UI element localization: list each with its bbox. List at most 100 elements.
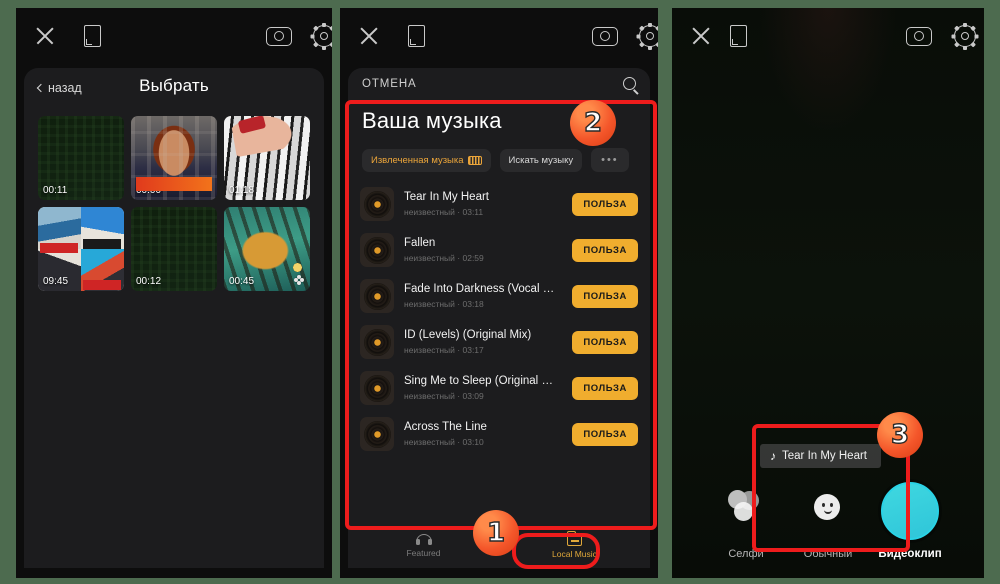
screenshot-stage: назад Выбрать 00:11 00:00 01:18 09:45 00… (0, 0, 1000, 584)
use-button[interactable]: ПОЛЬЗА (572, 376, 638, 400)
media-thumbnail[interactable]: 00:45 (224, 207, 310, 292)
use-button[interactable]: ПОЛЬЗА (572, 284, 638, 308)
close-icon[interactable] (690, 25, 712, 47)
camera-flip-icon[interactable] (266, 26, 292, 46)
track-list: Tear In My Heart неизвестный · 03:11 ПОЛ… (348, 181, 650, 457)
track-artist: неизвестный (404, 253, 455, 263)
page-title: Выбрать (139, 76, 209, 95)
media-thumbnail[interactable]: 00:11 (38, 116, 124, 201)
album-art-icon (360, 325, 394, 359)
mode-selfie[interactable]: Селфи (705, 490, 787, 560)
search-icon[interactable] (623, 77, 636, 90)
tab-label: Featured (406, 548, 441, 558)
track-row[interactable]: Fallen неизвестный · 02:59 ПОЛЬЗА (348, 227, 650, 273)
album-art-icon (360, 187, 394, 221)
settings-gear-icon[interactable] (951, 22, 979, 50)
track-row[interactable]: Sing Me to Sleep (Original Mix) неизвест… (348, 365, 650, 411)
track-artist: неизвестный (404, 207, 455, 217)
panel2-toolbar (340, 8, 658, 64)
folder-icon (566, 530, 582, 546)
duration-label: 00:12 (136, 276, 162, 288)
use-button[interactable]: ПОЛЬЗА (572, 192, 638, 216)
mode-label: Селфи (728, 548, 764, 560)
tab-local-music[interactable]: Local Music (499, 524, 650, 568)
panel-camera: ♪ Tear In My Heart Селфи Обычный Видеокл… (672, 8, 984, 578)
shutter-button[interactable] (881, 482, 939, 540)
media-thumbnail[interactable]: 01:18 (224, 116, 310, 201)
chip-label: Искать музыку (508, 154, 574, 166)
track-title: Fade Into Darkness (Vocal Radio Edit) (404, 283, 562, 295)
use-button[interactable]: ПОЛЬЗА (572, 330, 638, 354)
now-playing-title: Tear In My Heart (782, 450, 867, 462)
close-icon[interactable] (34, 25, 56, 47)
settings-gear-icon[interactable] (636, 22, 658, 50)
track-title: Sing Me to Sleep (Original Mix) (404, 375, 563, 387)
track-title: Across The Line (404, 421, 487, 433)
settings-gear-icon[interactable] (310, 22, 332, 50)
album-art-icon (360, 371, 394, 405)
close-icon[interactable] (358, 25, 380, 47)
tab-label: Local Music (552, 548, 597, 559)
music-picker-sheet: ОТМЕНА Ваша музыка Извлеченная музыка Ис… (348, 68, 650, 568)
chip-extracted-music[interactable]: Извлеченная музыка (362, 148, 491, 172)
track-row[interactable]: Across The Line неизвестный · 03:10 ПОЛЬ… (348, 411, 650, 457)
cancel-button[interactable]: ОТМЕНА (362, 78, 417, 90)
hd-badge-icon (467, 155, 482, 165)
track-row[interactable]: ID (Levels) (Original Mix) неизвестный ·… (348, 319, 650, 365)
duration-label: 01:18 (229, 185, 255, 197)
track-artist: неизвестный (404, 345, 455, 355)
track-duration: 03:09 (462, 391, 484, 401)
media-grid: 00:11 00:00 01:18 09:45 00:12 00:45 (38, 116, 310, 292)
track-artist: неизвестный (404, 437, 455, 447)
panel1-toolbar (16, 8, 332, 64)
duration-label: 00:45 (229, 276, 255, 288)
filter-blobs-icon[interactable] (728, 490, 764, 526)
aspect-ratio-icon[interactable] (730, 25, 747, 47)
multi-select-icon (294, 275, 304, 286)
track-title: ID (Levels) (Original Mix) (404, 329, 532, 341)
camera-mode-selector: Селфи Обычный Видеоклип (672, 482, 984, 560)
annotation-badge-1: 1 (473, 510, 519, 556)
headphones-icon (415, 534, 432, 545)
duration-label: 00:11 (43, 185, 68, 197)
chip-search-music[interactable]: Искать музыку (499, 148, 583, 172)
use-button[interactable]: ПОЛЬЗА (572, 422, 638, 446)
use-button[interactable]: ПОЛЬЗА (572, 238, 638, 262)
annotation-badge-3: 3 (877, 412, 923, 458)
track-row[interactable]: Fade Into Darkness (Vocal Radio Edit) не… (348, 273, 650, 319)
track-title: Tear In My Heart (404, 191, 489, 203)
annotation-badge-2: 2 (570, 100, 616, 146)
track-row[interactable]: Tear In My Heart неизвестный · 03:11 ПОЛ… (348, 181, 650, 227)
media-thumbnail[interactable]: 00:12 (131, 207, 217, 292)
chip-label: Извлеченная музыка (371, 154, 464, 166)
album-art-icon (360, 279, 394, 313)
media-thumbnail[interactable]: 00:00 (131, 116, 217, 201)
mode-videoclip[interactable]: Видеоклип (869, 482, 951, 560)
aspect-ratio-icon[interactable] (84, 25, 101, 47)
track-artist: неизвестный (404, 391, 455, 401)
track-duration: 03:17 (462, 345, 484, 355)
track-title: Fallen (404, 237, 436, 249)
camera-flip-icon[interactable] (592, 26, 618, 46)
mode-label: Обычный (803, 548, 853, 560)
track-duration: 03:11 (462, 207, 484, 217)
media-thumbnail[interactable]: 09:45 (38, 207, 124, 292)
now-playing-pill[interactable]: ♪ Tear In My Heart (760, 444, 881, 468)
camera-flip-icon[interactable] (906, 26, 932, 46)
panel3-toolbar (672, 8, 984, 64)
panel-music-picker: ОТМЕНА Ваша музыка Извлеченная музыка Ис… (340, 8, 658, 578)
duration-label: 00:00 (136, 185, 162, 197)
panel-media-picker: назад Выбрать 00:11 00:00 01:18 09:45 00… (16, 8, 332, 578)
mode-normal[interactable]: Обычный (787, 490, 869, 560)
mode-label: Видеоклип (878, 548, 942, 560)
media-picker-header: назад Выбрать (24, 68, 324, 112)
aspect-ratio-icon[interactable] (408, 25, 425, 47)
filter-face-icon[interactable] (810, 490, 846, 526)
track-artist: неизвестный (404, 299, 455, 309)
album-art-icon (360, 233, 394, 267)
media-picker-sheet: назад Выбрать 00:11 00:00 01:18 09:45 00… (24, 68, 324, 568)
track-duration: 03:10 (462, 437, 484, 447)
music-search-bar: ОТМЕНА (348, 68, 650, 102)
chip-more-options[interactable]: ••• (591, 148, 629, 172)
duration-label: 09:45 (43, 276, 69, 288)
